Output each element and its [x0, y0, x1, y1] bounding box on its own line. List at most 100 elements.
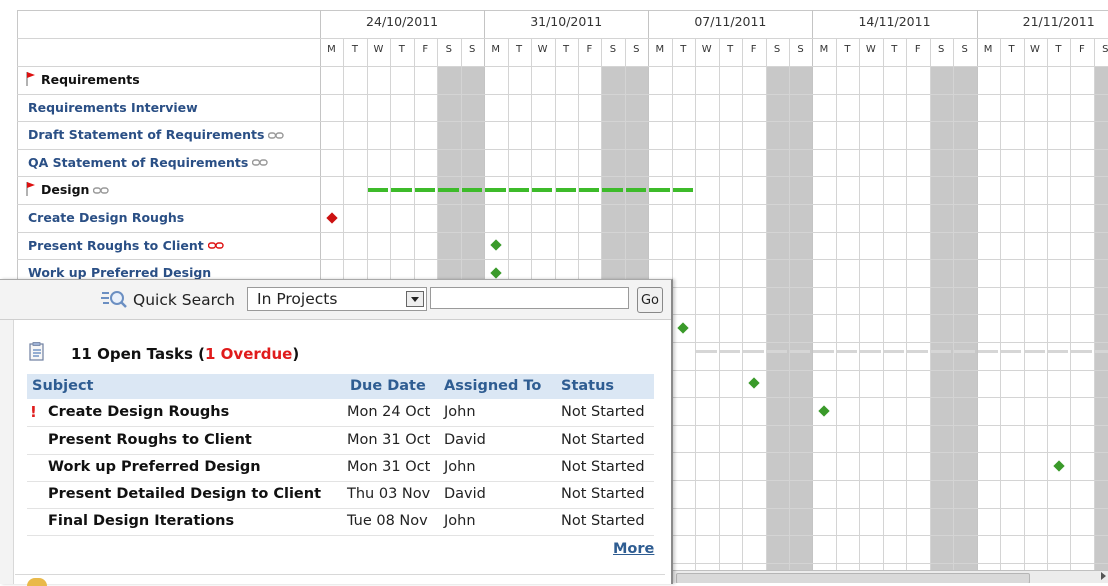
day-header-label: F: [586, 44, 593, 55]
scrollbar-thumb[interactable]: [676, 573, 1030, 583]
quick-search-icon: [101, 291, 127, 308]
week-header-label: 14/11/2011: [858, 14, 931, 29]
dependency-bar-segment: [930, 349, 952, 353]
summary-task-name[interactable]: Requirements: [41, 72, 140, 88]
task-list-icon: [29, 342, 44, 361]
next-widget-header: [15, 574, 665, 586]
overdue-icon: !: [30, 403, 37, 421]
task-assignee: John: [444, 404, 476, 420]
summary-bar-segment[interactable]: [461, 188, 483, 193]
day-divider: [859, 38, 861, 583]
task-status: Not Started: [561, 486, 645, 502]
day-header-label: W: [865, 44, 876, 55]
day-divider: [1000, 38, 1002, 583]
summary-bar-segment[interactable]: [649, 188, 670, 193]
summary-task-name[interactable]: Design: [41, 182, 110, 199]
task-due-date: Mon 31 Oct: [347, 459, 431, 475]
task-assignee: John: [444, 459, 476, 475]
day-header-label: W: [373, 44, 384, 55]
week-header-label: 21/11/2011: [1022, 14, 1095, 29]
summary-bar-segment[interactable]: [438, 188, 459, 193]
task-assignee: John: [444, 513, 476, 529]
summary-bar-segment[interactable]: [391, 188, 412, 193]
week-header-line: [17, 38, 1108, 39]
task-name-link[interactable]: QA Statement of Requirements: [28, 155, 269, 172]
table-row[interactable]: Final Design Iterations Tue 08 Nov John …: [27, 508, 654, 536]
task-name-link[interactable]: Draft Statement of Requirements: [28, 127, 285, 144]
task-assignee: David: [444, 486, 486, 502]
day-header-label: S: [773, 44, 781, 55]
column-header-subject[interactable]: Subject: [32, 378, 93, 394]
task-subject-link[interactable]: Present Detailed Design to Client: [48, 486, 321, 502]
summary-bar-segment[interactable]: [367, 188, 389, 193]
task-name-link[interactable]: Create Design Roughs: [28, 210, 184, 226]
summary-bar-segment[interactable]: [602, 188, 623, 193]
dependency-link-icon[interactable]: [268, 128, 285, 144]
day-header-label: S: [445, 44, 452, 55]
task-status: Not Started: [561, 404, 645, 420]
open-tasks-title[interactable]: 11 Open Tasks (1 Overdue): [71, 345, 299, 363]
chevron-down-icon[interactable]: [406, 291, 424, 307]
more-link[interactable]: More: [613, 541, 654, 557]
dependency-link-icon[interactable]: [252, 155, 269, 171]
dependency-bar-segment: [907, 349, 928, 353]
summary-bar-segment[interactable]: [672, 188, 694, 193]
horizontal-scrollbar[interactable]: [672, 570, 1108, 583]
dashboard-panel: Quick Search In Projects Go 11 Open Task…: [0, 279, 673, 586]
column-header-due-date[interactable]: Due Date: [350, 378, 426, 394]
day-header-label: S: [609, 44, 617, 55]
table-row[interactable]: ! Create Design Roughs Mon 24 Oct John N…: [27, 399, 654, 427]
summary-bar-segment[interactable]: [485, 188, 506, 193]
task-due-date: Mon 24 Oct: [347, 404, 431, 420]
search-input[interactable]: [430, 287, 629, 309]
day-header-label: T: [1055, 44, 1062, 55]
summary-bar-segment[interactable]: [532, 188, 553, 193]
overdue-count[interactable]: 1 Overdue: [205, 345, 292, 363]
summary-bar-segment[interactable]: [414, 188, 436, 193]
column-header-assigned-to[interactable]: Assigned To: [444, 378, 541, 394]
weekend-column: [1093, 66, 1108, 583]
task-subject-link[interactable]: Final Design Iterations: [48, 513, 234, 529]
red-flag-icon: [24, 181, 36, 197]
day-header-label: W: [701, 44, 712, 55]
task-subject-link[interactable]: Work up Preferred Design: [48, 459, 261, 475]
task-subject-link[interactable]: Create Design Roughs: [48, 404, 229, 420]
search-scope-select[interactable]: In Projects: [247, 287, 427, 311]
scroll-right-arrow-icon[interactable]: [1101, 572, 1106, 580]
row-line: [17, 121, 1108, 123]
day-header-label: M: [655, 44, 665, 55]
row-line: [17, 259, 1108, 261]
day-divider: [953, 38, 955, 583]
summary-bar-segment[interactable]: [578, 188, 600, 193]
task-subject-link[interactable]: Present Roughs to Client: [48, 432, 252, 448]
day-header-label: T: [562, 44, 570, 55]
table-row[interactable]: Present Roughs to Client Mon 31 Oct Davi…: [27, 427, 654, 455]
day-divider: [882, 38, 884, 583]
summary-bar-segment[interactable]: [555, 188, 576, 193]
day-header-label: T: [844, 44, 851, 55]
dependency-link-icon[interactable]: [207, 238, 224, 254]
day-header-label: S: [633, 44, 640, 55]
table-row[interactable]: Work up Preferred Design Mon 31 Oct John…: [27, 454, 654, 482]
summary-bar-segment[interactable]: [508, 188, 530, 193]
weekend-column: [929, 66, 954, 583]
summary-bar-segment[interactable]: [625, 188, 647, 193]
day-header-label: M: [819, 44, 829, 55]
task-name-link[interactable]: Requirements Interview: [28, 100, 198, 116]
day-divider: [742, 38, 744, 583]
day-header-label: T: [351, 44, 358, 55]
go-button[interactable]: Go: [637, 287, 663, 313]
dependency-bar-segment: [836, 349, 858, 353]
task-assignee: David: [444, 432, 486, 448]
day-header-label: M: [491, 44, 500, 55]
dependency-link-icon[interactable]: [93, 183, 110, 199]
weekend-column: [953, 66, 977, 583]
column-header-status[interactable]: Status: [561, 378, 614, 394]
day-header-label: T: [398, 44, 405, 55]
day-header-label: F: [422, 44, 429, 55]
table-row[interactable]: Present Detailed Design to Client Thu 03…: [27, 481, 654, 509]
task-due-date: Mon 31 Oct: [347, 432, 431, 448]
row-line: [17, 231, 1108, 233]
folder-icon: [27, 578, 47, 586]
task-name-link[interactable]: Present Roughs to Client: [28, 238, 224, 255]
